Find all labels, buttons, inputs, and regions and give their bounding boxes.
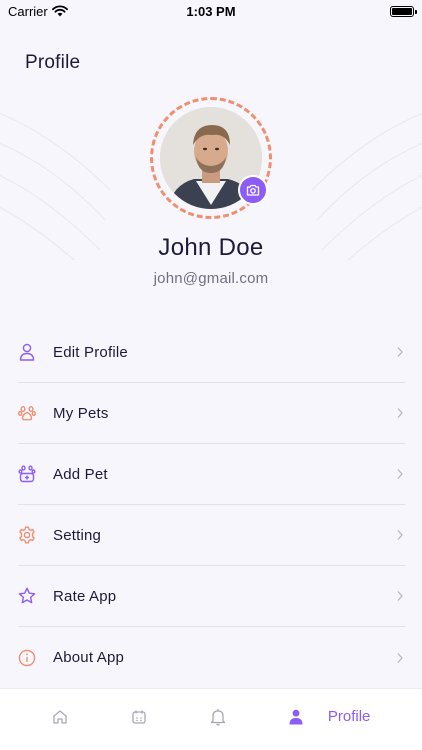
user-icon: [18, 343, 36, 361]
status-left: Carrier: [8, 4, 68, 19]
menu-item-label: Edit Profile: [53, 343, 128, 361]
tab-calendar[interactable]: [131, 695, 147, 739]
menu-item-label: Add Pet: [53, 465, 108, 483]
tab-notifications[interactable]: [210, 695, 226, 739]
change-photo-button[interactable]: [238, 175, 268, 205]
menu-item-add-pet[interactable]: Add Pet: [18, 444, 405, 505]
battery-icon: [390, 5, 417, 17]
chevron-right-icon: [397, 530, 403, 540]
wifi-icon: [51, 5, 68, 17]
menu-item-setting[interactable]: Setting: [18, 505, 405, 566]
tab-bar: Profile: [0, 688, 422, 750]
user-email: john@gmail.com: [153, 270, 269, 287]
profile-menu: Edit Profile My Pets Add Pet Setting Rat…: [18, 322, 405, 688]
bell-icon: [210, 708, 225, 725]
user-name: John Doe: [158, 234, 264, 261]
chevron-right-icon: [397, 408, 403, 418]
chevron-right-icon: [397, 591, 403, 601]
info-icon: [18, 649, 36, 667]
paw-plus-icon: [18, 465, 36, 483]
avatar-container: [150, 97, 272, 219]
paw-icon: [18, 404, 36, 422]
calendar-icon: [132, 710, 146, 724]
menu-item-label: My Pets: [53, 404, 109, 422]
menu-item-label: Setting: [53, 526, 102, 544]
star-icon: [18, 587, 36, 605]
status-bar: Carrier 1:03 PM: [0, 0, 422, 22]
menu-item-edit-profile[interactable]: Edit Profile: [18, 322, 405, 383]
menu-item-rate-app[interactable]: Rate App: [18, 566, 405, 627]
chevron-right-icon: [397, 652, 403, 663]
home-icon: [52, 709, 67, 724]
tab-home[interactable]: [52, 695, 68, 739]
tab-profile[interactable]: Profile: [289, 695, 371, 739]
tab-profile-label: Profile: [327, 708, 371, 725]
menu-item-about-app[interactable]: About App: [18, 627, 405, 688]
person-icon: [289, 709, 303, 724]
menu-item-label: About App: [53, 649, 125, 666]
menu-item-label: Rate App: [53, 587, 117, 605]
camera-icon: [246, 184, 260, 196]
carrier-label: Carrier: [8, 3, 48, 19]
page-title: Profile: [25, 52, 81, 73]
chevron-right-icon: [397, 469, 403, 479]
chevron-right-icon: [397, 347, 403, 357]
gear-icon: [18, 526, 36, 544]
menu-item-my-pets[interactable]: My Pets: [18, 383, 405, 444]
